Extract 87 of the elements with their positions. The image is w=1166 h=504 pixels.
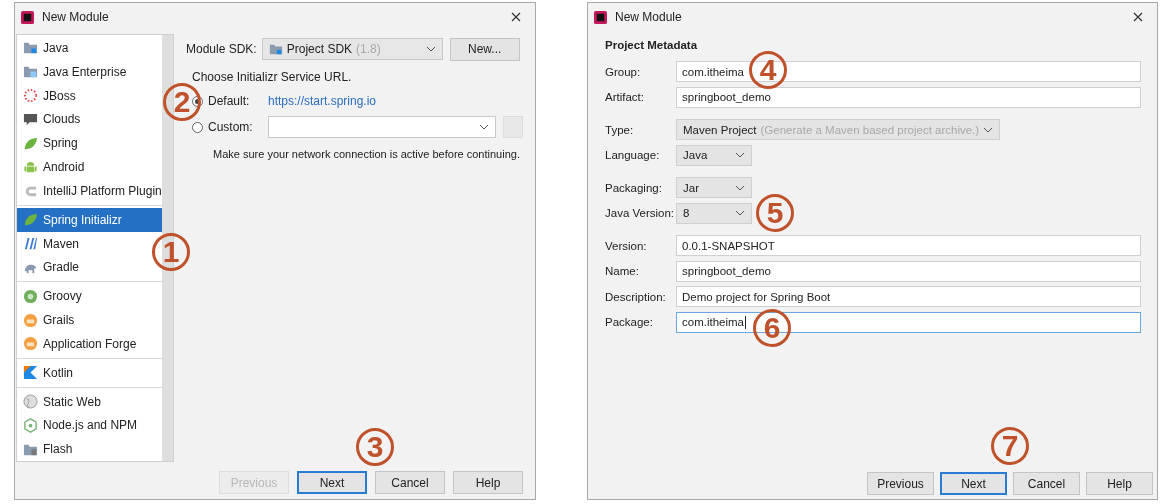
- dialog-button[interactable]: Cancel: [375, 471, 445, 494]
- field-label: Group:: [605, 65, 642, 78]
- leaf-icon: [23, 135, 38, 151]
- list-item[interactable]: Flash: [17, 437, 162, 462]
- list-item[interactable]: Grails: [17, 308, 162, 332]
- section-label: Choose Initializr Service URL.: [192, 70, 353, 86]
- dialog-button[interactable]: Next: [940, 472, 1007, 495]
- radio-button[interactable]: [192, 121, 203, 133]
- url-combo-field[interactable]: [268, 116, 496, 138]
- chevron-down-icon: [479, 124, 489, 130]
- text-field[interactable]: springboot_demo: [676, 260, 1141, 282]
- step-number-callout: 3: [356, 428, 394, 466]
- list-item[interactable]: Java Enterprise: [17, 59, 162, 84]
- dialog-button[interactable]: Help: [453, 471, 523, 494]
- globe-icon: [23, 394, 38, 409]
- window-title: New Module: [615, 10, 683, 24]
- radio-button[interactable]: [192, 95, 203, 107]
- folder-icon: [23, 40, 38, 56]
- dialog-button[interactable]: Help: [1086, 472, 1153, 495]
- list-item[interactable]: IntelliJ Platform Plugin: [17, 178, 162, 203]
- list-item[interactable]: Node.js and NPM: [17, 413, 162, 438]
- step-number-callout: 1: [152, 233, 190, 271]
- dialog-button[interactable]: Next: [297, 471, 367, 494]
- field-label: Type:: [605, 123, 635, 136]
- step-number-callout: 5: [756, 194, 794, 232]
- hexagon-icon: [23, 417, 38, 433]
- field-label: Java Version:: [605, 207, 676, 220]
- text-field[interactable]: 0.0.1-SNAPSHOT: [676, 235, 1141, 257]
- app-icon: [594, 10, 607, 24]
- url-link[interactable]: https://start.spring.io: [268, 94, 377, 108]
- radio-label: Default:: [208, 94, 251, 108]
- close-icon[interactable]: [1133, 12, 1143, 22]
- version-text: (1.8): [356, 42, 381, 56]
- step-number-callout: 2: [163, 83, 201, 121]
- round-logo-icon: [23, 288, 38, 304]
- round-logo-icon: [23, 312, 38, 328]
- section-heading: Project Metadata: [605, 39, 699, 53]
- field-label: Packaging:: [605, 181, 663, 194]
- field-label: Description:: [605, 290, 667, 303]
- dropdown[interactable]: Jar: [676, 177, 752, 199]
- new-button[interactable]: New...: [449, 37, 520, 61]
- dropdown[interactable]: 8: [676, 202, 752, 224]
- round-logo-icon: [23, 336, 38, 352]
- robot-icon: [23, 159, 38, 175]
- dialog-button[interactable]: Cancel: [1013, 472, 1080, 495]
- chevron-down-icon: [735, 152, 745, 159]
- chevron-down-icon: [735, 210, 745, 217]
- stripes-icon: [23, 236, 38, 252]
- folder-icon: [268, 42, 283, 56]
- app-icon: [21, 10, 34, 24]
- folder-icon: [23, 64, 38, 80]
- list-item[interactable]: Spring: [17, 131, 162, 156]
- dropdown[interactable]: Maven Project (Generate a Maven based project archive.): [676, 119, 1001, 141]
- chevron-down-icon: [425, 46, 436, 52]
- chevron-down-icon: [983, 126, 994, 133]
- list-item[interactable]: Application Forge: [17, 331, 162, 356]
- dotted-ring-icon: [23, 88, 38, 104]
- leaf-icon: [23, 212, 38, 228]
- list-item[interactable]: Android: [17, 155, 162, 179]
- dropdown-value: Project SDK: [286, 42, 353, 56]
- radio-label: Custom:: [208, 120, 254, 134]
- step-number-callout: 4: [749, 51, 787, 89]
- step-number-callout: 7: [991, 427, 1029, 465]
- dropdown[interactable]: Java: [676, 144, 752, 166]
- speech-bubble-icon: [23, 111, 38, 127]
- field-label: Module SDK:: [186, 42, 257, 56]
- field-label: Language:: [605, 149, 661, 162]
- field-label: Version:: [605, 239, 648, 252]
- sdk-dropdown[interactable]: Project SDK (1.8): [261, 38, 443, 60]
- triangle-logo-icon: [23, 365, 38, 381]
- list-item[interactable]: Spring Initializr: [17, 207, 162, 232]
- close-icon[interactable]: [511, 12, 521, 22]
- field-label: Name:: [605, 265, 640, 278]
- chevron-down-icon: [735, 184, 745, 191]
- text-field[interactable]: springboot_demo: [676, 86, 1141, 108]
- field-label: Artifact:: [605, 91, 645, 104]
- text-field[interactable]: Demo project for Spring Boot: [676, 286, 1141, 308]
- dialog-button[interactable]: Previous: [867, 472, 934, 495]
- list-item[interactable]: Clouds: [17, 107, 162, 132]
- window-title: New Module: [42, 10, 110, 24]
- list-item[interactable]: JBoss: [17, 83, 162, 108]
- list-item[interactable]: Static Web: [17, 389, 162, 414]
- list-item[interactable]: Groovy: [17, 284, 162, 309]
- hint-text: Make sure your network connection is active before continuing.: [213, 148, 521, 160]
- list-item[interactable]: Java: [17, 36, 162, 60]
- field-label: Package:: [605, 316, 654, 329]
- list-item[interactable]: Kotlin: [17, 360, 162, 385]
